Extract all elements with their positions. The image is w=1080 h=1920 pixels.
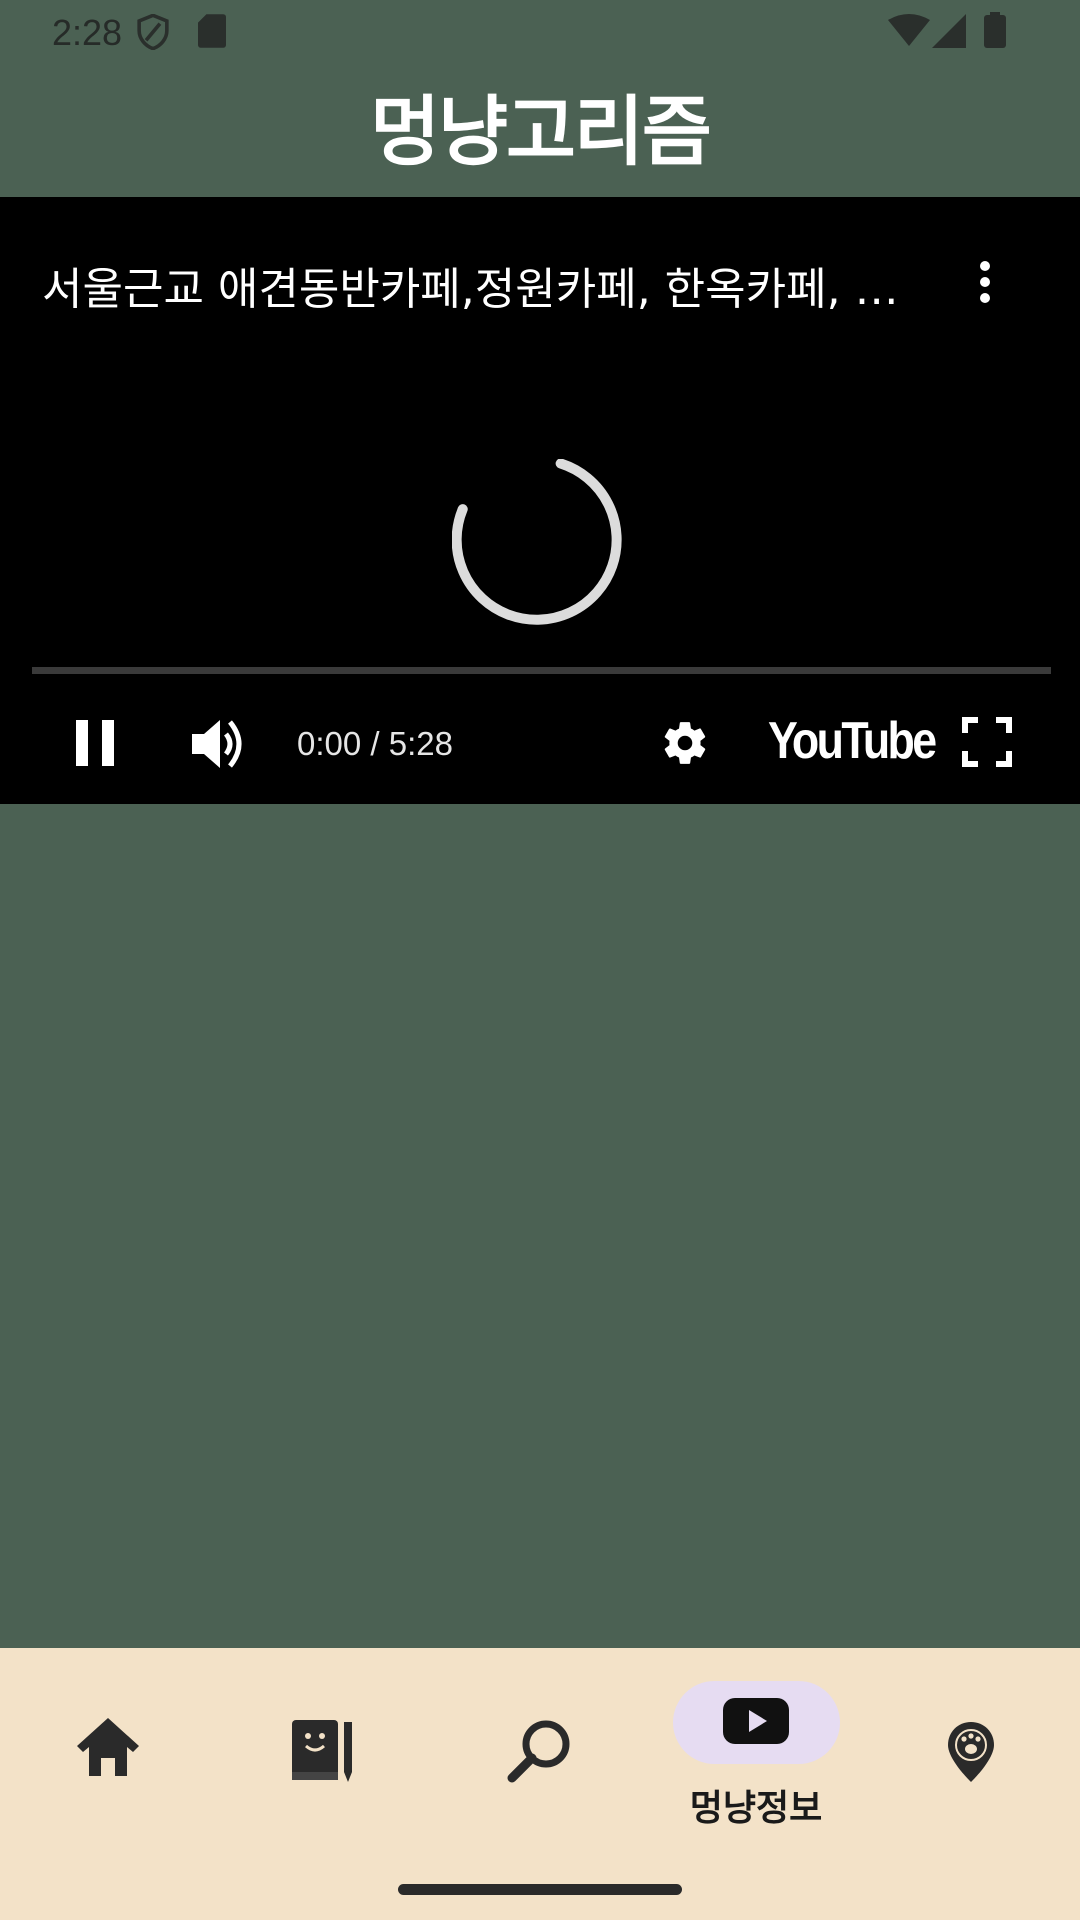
nav-item-diary[interactable] <box>216 1648 432 1848</box>
diary-icon <box>292 1720 352 1782</box>
battery-icon <box>984 12 1006 48</box>
video-title[interactable]: 서울근교 애견동반카페,정원카페, 한옥카페, 강아지 놀이터 <box>42 253 922 317</box>
cellular-signal-icon <box>932 14 966 48</box>
nav-item-info[interactable]: 멍냥정보 <box>648 1648 864 1848</box>
nav-item-label: 멍냥정보 <box>689 1788 823 1829</box>
nav-item-home[interactable] <box>0 1648 216 1848</box>
more-options-icon[interactable] <box>965 257 1005 307</box>
status-bar: 2:28 <box>0 0 1080 62</box>
settings-gear-icon[interactable] <box>660 718 710 768</box>
pause-icon[interactable] <box>74 718 118 768</box>
sd-card-icon <box>198 14 226 48</box>
home-icon <box>77 1718 139 1776</box>
volume-icon[interactable] <box>190 716 248 772</box>
time-display: 0:00 / 5:28 <box>297 725 453 762</box>
youtube-logo[interactable]: YouTube <box>768 711 937 771</box>
progress-bar[interactable] <box>32 667 1051 674</box>
fullscreen-icon[interactable] <box>962 717 1012 767</box>
status-time: 2:28 <box>52 12 123 53</box>
shield-icon <box>137 14 169 50</box>
app-title: 멍냥고리즘 <box>370 87 712 176</box>
youtube-play-icon <box>723 1698 789 1744</box>
wifi-icon <box>888 14 930 46</box>
nav-item-location[interactable] <box>864 1648 1080 1848</box>
nav-item-search[interactable] <box>432 1648 648 1848</box>
youtube-player[interactable]: 서울근교 애견동반카페,정원카페, 한옥카페, 강아지 놀이터 0:00 / 5… <box>0 197 1080 804</box>
paw-location-icon <box>948 1722 994 1782</box>
search-icon <box>507 1720 570 1783</box>
bottom-navigation: 멍냥정보 <box>0 1648 1080 1920</box>
home-indicator[interactable] <box>398 1884 682 1895</box>
loading-spinner-icon <box>452 459 622 625</box>
